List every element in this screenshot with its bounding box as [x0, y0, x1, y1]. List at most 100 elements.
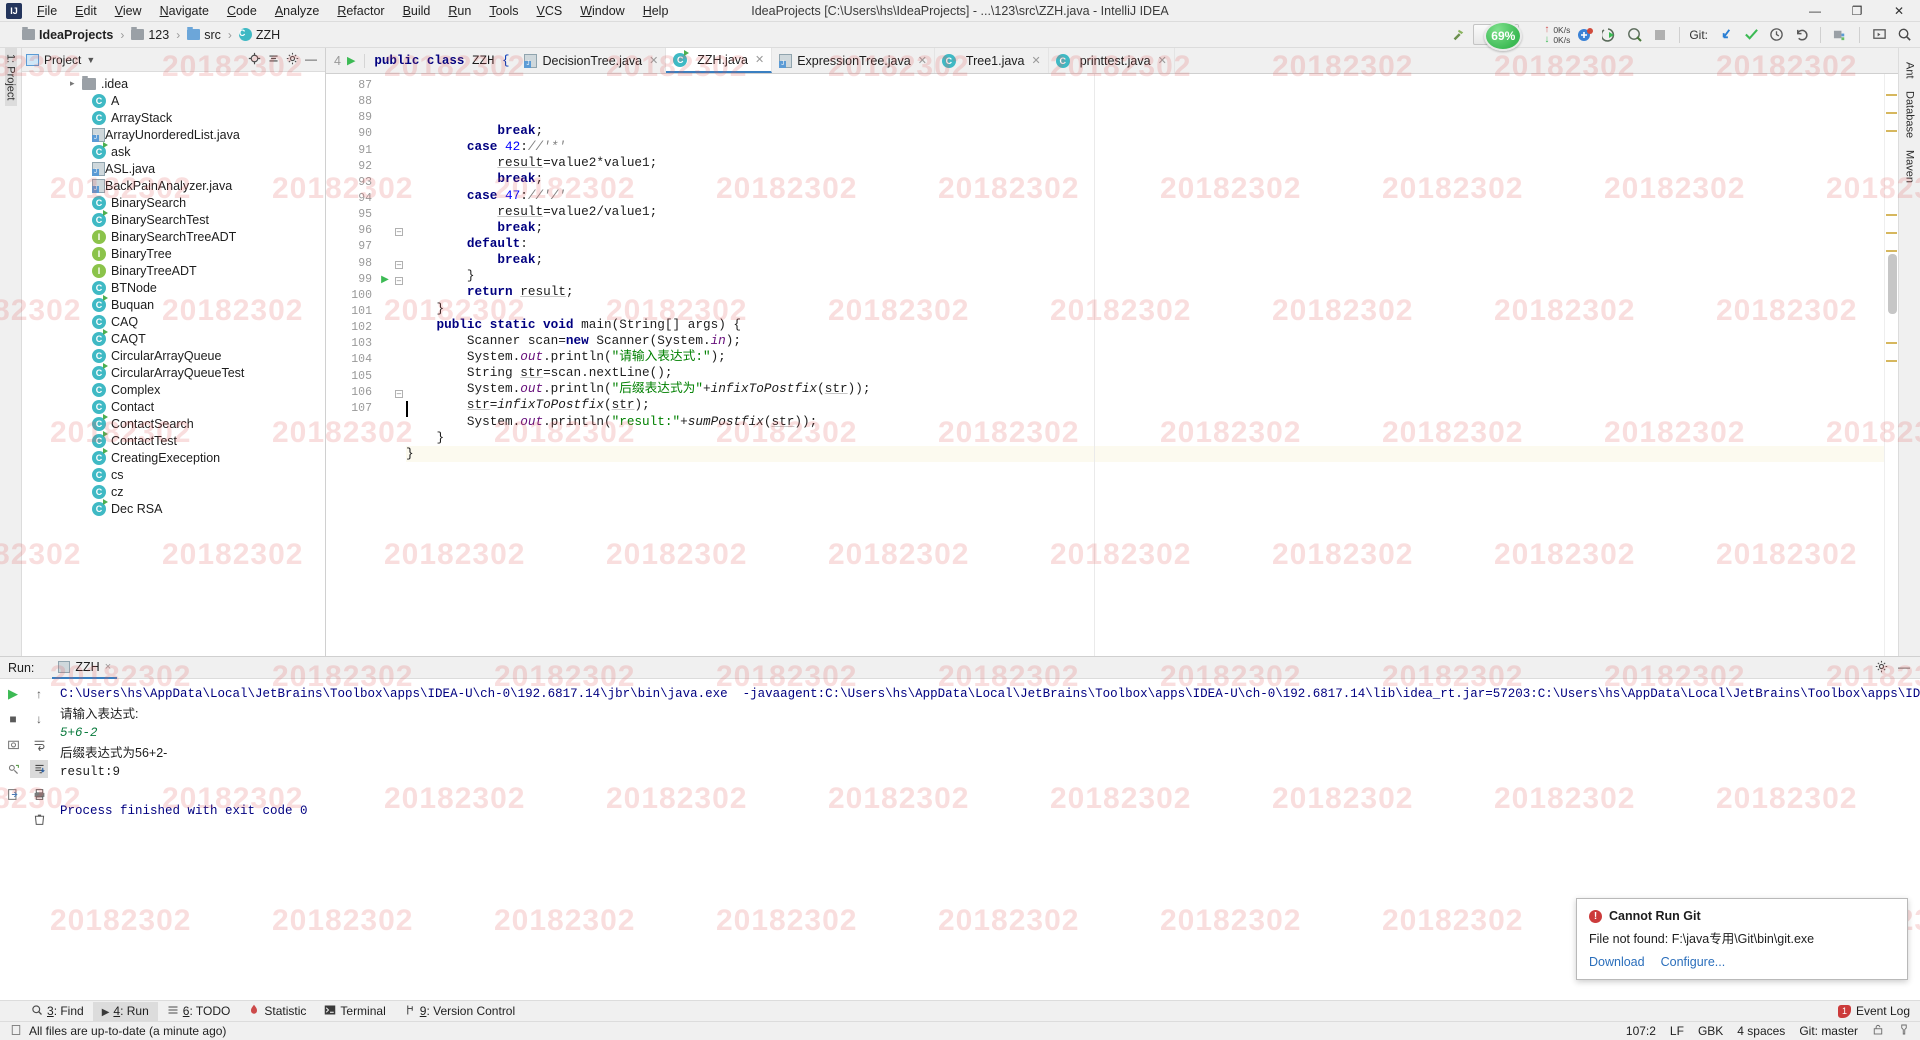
tree-item-circulararrayqueue[interactable]: C CircularArrayQueue	[22, 347, 325, 364]
tree-item-cs[interactable]: Ccs	[22, 466, 325, 483]
menu-item-file[interactable]: File	[28, 2, 66, 20]
editor-tab-expressiontree-java[interactable]: ExpressionTree.java ✕	[772, 48, 935, 73]
history-icon[interactable]	[1766, 25, 1786, 45]
code-fold-toggle[interactable]: –	[392, 223, 406, 239]
tree-item-binarysearchtest[interactable]: C BinarySearchTest	[22, 209, 325, 228]
breadcrumb-item-123[interactable]: 123	[131, 27, 169, 42]
sidebar-item-maven[interactable]: Maven	[1904, 144, 1916, 189]
tool-button-version-control[interactable]: 9: Version Control	[395, 1002, 524, 1021]
gear-icon[interactable]	[1875, 660, 1888, 676]
tree-item-arraystack[interactable]: C ArrayStack	[22, 109, 325, 126]
caret-position[interactable]: 107:2	[1626, 1024, 1656, 1038]
hide-panel-icon[interactable]: —	[1898, 660, 1910, 676]
tree-item-contact[interactable]: C Contact	[22, 398, 325, 415]
locate-icon[interactable]	[248, 52, 261, 68]
menu-item-vcs[interactable]: VCS	[528, 2, 572, 20]
export-icon[interactable]	[4, 785, 22, 803]
code-line[interactable]: System.out.println("请输入表达式:");	[406, 349, 1884, 365]
download-link[interactable]: Download	[1589, 955, 1645, 969]
rollback-icon[interactable]	[1791, 25, 1811, 45]
menu-item-edit[interactable]: Edit	[66, 2, 106, 20]
tree-item-cz[interactable]: Ccz	[22, 483, 325, 500]
event-log-label[interactable]: Event Log	[1856, 1004, 1910, 1018]
tree-item-asl-java[interactable]: ASL.java	[22, 160, 325, 177]
tool-button-find[interactable]: 3: Find	[22, 1002, 93, 1021]
run-marker-icon[interactable]: ▶	[347, 54, 355, 67]
menu-item-refactor[interactable]: Refactor	[328, 2, 393, 20]
collapse-all-icon[interactable]	[267, 52, 280, 68]
tree-item-binarytree[interactable]: I BinaryTree	[22, 245, 325, 262]
tree-item--idea[interactable]: ▸ .idea	[22, 75, 325, 92]
code-line[interactable]: public static void main(String[] args) {	[406, 317, 1884, 333]
clear-all-icon[interactable]	[30, 810, 48, 828]
menu-item-window[interactable]: Window	[571, 2, 633, 20]
menu-item-view[interactable]: View	[106, 2, 151, 20]
code-line[interactable]: }	[406, 430, 1884, 446]
file-encoding[interactable]: GBK	[1698, 1024, 1723, 1038]
code-line[interactable]: break;	[406, 220, 1884, 236]
tree-item-dec-rsa[interactable]: C Dec RSA	[22, 498, 325, 517]
up-icon[interactable]: ↑	[30, 685, 48, 703]
maximize-button[interactable]: ❐	[1836, 0, 1878, 22]
hammer-icon[interactable]	[1448, 25, 1468, 45]
git-branch[interactable]: Git: master	[1799, 1024, 1858, 1038]
code-line[interactable]: case 42://'*'	[406, 139, 1884, 155]
tree-item-binarytreeadt[interactable]: I BinaryTreeADT	[22, 262, 325, 279]
debug-icon[interactable]	[1625, 25, 1645, 45]
close-icon[interactable]: ✕	[1158, 54, 1167, 67]
breadcrumb-item-src[interactable]: src	[187, 27, 221, 42]
print-icon[interactable]	[30, 785, 48, 803]
down-icon[interactable]: ↓	[30, 710, 48, 728]
code-fold-toggle[interactable]: –	[392, 272, 406, 288]
tree-item-complex[interactable]: C Complex	[22, 381, 325, 398]
event-log-area[interactable]: 1 Event Log	[1837, 1004, 1920, 1018]
presentation-icon[interactable]	[1869, 25, 1889, 45]
chevron-right-icon[interactable]: ▸	[70, 78, 75, 89]
code-line[interactable]: result=value2/value1;	[406, 204, 1884, 220]
close-icon[interactable]: ✕	[755, 53, 764, 66]
editor-tab-zzh-java[interactable]: C ZZH.java ✕	[666, 48, 773, 73]
minimize-button[interactable]: —	[1794, 0, 1836, 22]
code-line[interactable]: return result;	[406, 284, 1884, 300]
tree-item-caq[interactable]: C CAQ	[22, 313, 325, 330]
tool-button-statistic[interactable]: Statistic	[239, 1002, 315, 1021]
thread-dump-icon[interactable]	[4, 760, 22, 778]
code-line[interactable]: }	[406, 301, 1884, 317]
close-icon[interactable]: ✕	[918, 54, 927, 67]
tree-item-caqt[interactable]: C CAQT	[22, 328, 325, 347]
tree-item-ask[interactable]: Cask	[22, 141, 325, 160]
tool-button-run[interactable]: ▶ 4: Run	[92, 1001, 158, 1021]
scroll-to-end-icon[interactable]	[30, 760, 48, 778]
menu-item-analyze[interactable]: Analyze	[266, 2, 328, 20]
run-tab-zzh[interactable]: ZZH ×	[52, 657, 118, 679]
code-line[interactable]: str=infixToPostfix(str);	[406, 397, 1884, 413]
code-line[interactable]: Scanner scan=new Scanner(System.in);	[406, 333, 1884, 349]
sidebar-item-project[interactable]: 1: Project	[4, 48, 17, 107]
code-line[interactable]: result=value2*value1;	[406, 155, 1884, 171]
sidebar-item-ant[interactable]: Ant	[1904, 56, 1916, 85]
lock-icon[interactable]	[1872, 1023, 1884, 1039]
tree-item-backpainanalyzer-java[interactable]: BackPainAnalyzer.java	[22, 177, 325, 194]
stop-icon[interactable]: ■	[4, 710, 22, 728]
tree-item-binarysearchtreeadt[interactable]: I BinarySearchTreeADT	[22, 228, 325, 245]
code-line[interactable]: String str=scan.nextLine();	[406, 365, 1884, 381]
tree-item-arrayunorderedlist-java[interactable]: ArrayUnorderedList.java	[22, 126, 325, 143]
menu-item-code[interactable]: Code	[218, 2, 266, 20]
tool-button-todo[interactable]: 6: TODO	[158, 1002, 240, 1021]
commit-icon[interactable]	[1741, 25, 1761, 45]
code-line[interactable]: break;	[406, 171, 1884, 187]
close-icon[interactable]: ×	[105, 661, 111, 673]
code-line[interactable]: }	[406, 268, 1884, 284]
tree-item-circulararrayqueuetest[interactable]: C CircularArrayQueueTest	[22, 362, 325, 381]
menu-item-help[interactable]: Help	[634, 2, 678, 20]
run-icon[interactable]	[1600, 25, 1620, 45]
soft-wrap-icon[interactable]	[30, 735, 48, 753]
notification-cannot-run-git[interactable]: ! Cannot Run Git File not found: F:\java…	[1576, 898, 1908, 980]
editor-tab-tree1-java[interactable]: C Tree1.java ✕	[935, 48, 1049, 73]
code-fold-toggle[interactable]: –	[392, 385, 406, 401]
chevron-down-icon[interactable]: ▼	[86, 55, 95, 65]
code-line[interactable]: System.out.println("result:"+sumPostfix(…	[406, 414, 1884, 430]
project-structure-icon[interactable]	[1830, 25, 1850, 45]
screenshot-icon[interactable]	[4, 735, 22, 753]
tree-item-creatingexeception[interactable]: C CreatingExeception	[22, 447, 325, 466]
